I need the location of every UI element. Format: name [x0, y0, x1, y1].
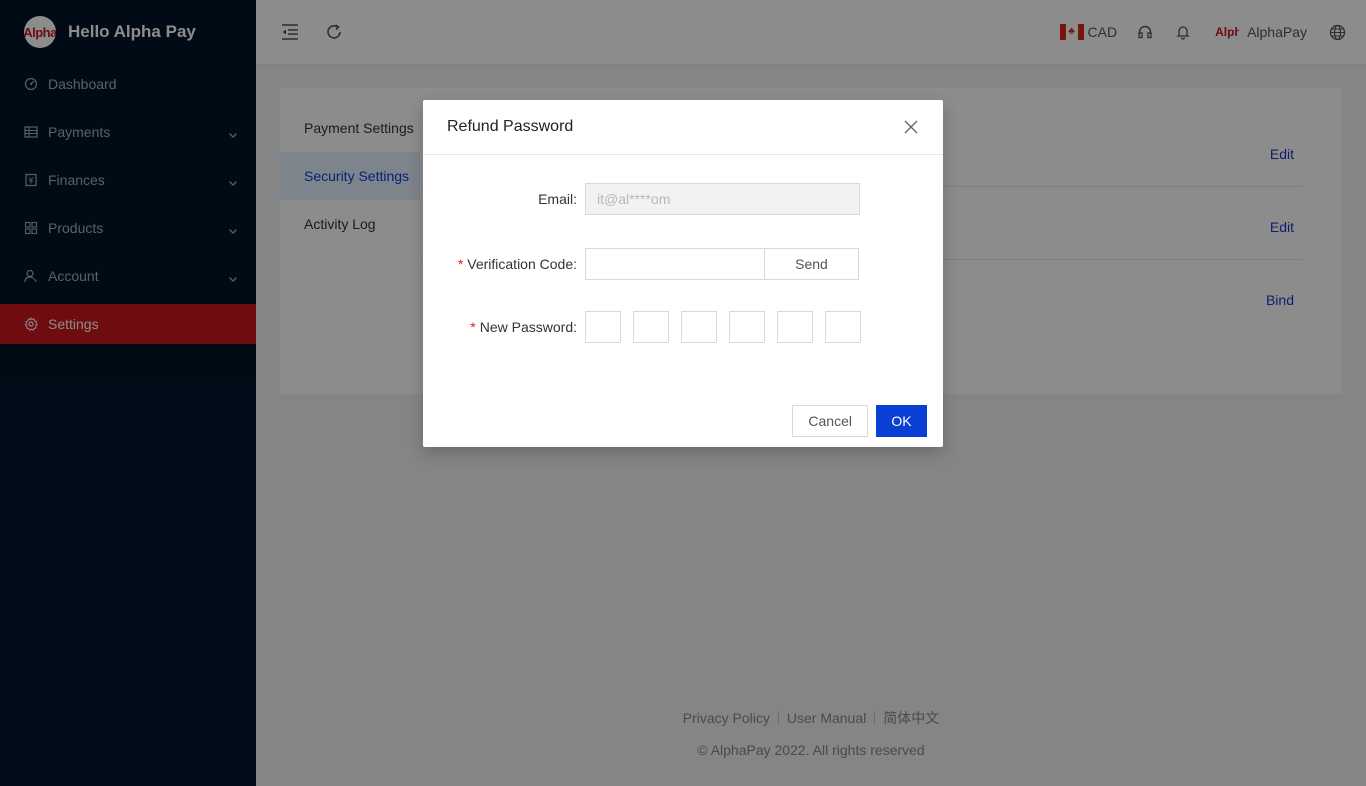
email-field: it@al****om: [585, 183, 860, 215]
verification-code-label-text: Verification Code:: [467, 256, 577, 272]
password-digit-group: [585, 311, 861, 343]
password-digit-input[interactable]: [681, 311, 717, 343]
required-mark: *: [470, 319, 476, 335]
modal-header: Refund Password: [423, 100, 943, 155]
modal-title: Refund Password: [447, 118, 574, 135]
email-row: Email: it@al****om: [423, 183, 943, 215]
new-password-label: * New Password:: [470, 311, 577, 343]
password-digit-input[interactable]: [633, 311, 669, 343]
password-digit-input[interactable]: [825, 311, 861, 343]
new-password-row: * New Password:: [423, 311, 943, 343]
password-digit-input[interactable]: [777, 311, 813, 343]
password-digit-input[interactable]: [729, 311, 765, 343]
required-mark: *: [457, 256, 464, 272]
email-label: Email:: [538, 191, 577, 207]
send-code-button[interactable]: Send: [764, 248, 859, 280]
modal-footer: Cancel OK: [792, 405, 927, 437]
verification-code-group: Send: [585, 248, 859, 280]
verification-code-label: * Verification Code:: [458, 248, 577, 280]
verification-code-row: * Verification Code: Send: [423, 248, 943, 280]
verification-code-input[interactable]: [585, 248, 764, 280]
new-password-label-text: New Password:: [479, 319, 577, 335]
ok-button[interactable]: OK: [876, 405, 927, 437]
password-digit-input[interactable]: [585, 311, 621, 343]
close-icon[interactable]: [903, 119, 919, 135]
refund-password-modal: Refund Password Email: it@al****om * Veri…: [423, 100, 943, 447]
cancel-button[interactable]: Cancel: [792, 405, 868, 437]
